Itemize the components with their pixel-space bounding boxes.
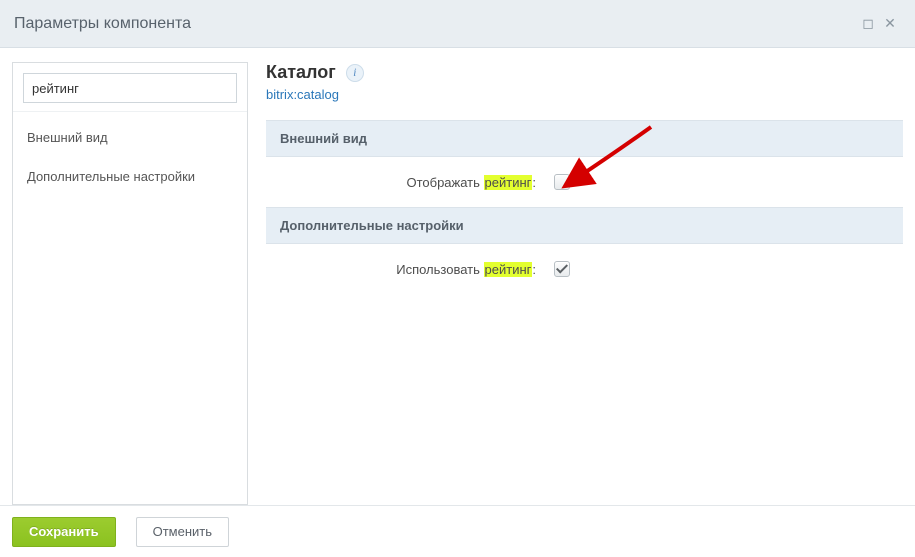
param-label-prefix: Отображать (406, 175, 483, 190)
search-wrap (13, 63, 247, 112)
save-button[interactable]: Сохранить (12, 517, 116, 547)
param-row-show-rating: Отображать рейтинг: (266, 157, 903, 207)
sidebar-item-label: Дополнительные настройки (27, 169, 195, 184)
sidebar-nav: Внешний вид Дополнительные настройки (13, 112, 247, 196)
main-panel: Каталог i bitrix:catalog Внешний вид Ото… (266, 62, 903, 505)
window-title: Параметры компонента (14, 15, 191, 33)
param-label-prefix: Использовать (396, 262, 483, 277)
checkbox-show-rating[interactable] (554, 174, 570, 190)
sidebar: Внешний вид Дополнительные настройки (12, 62, 248, 505)
param-label-use-rating: Использовать рейтинг: (280, 262, 536, 277)
component-title: Каталог (266, 62, 336, 83)
param-label-show-rating: Отображать рейтинг: (280, 175, 536, 190)
component-params-window: Параметры компонента ◻ ✕ Внешний вид Доп… (0, 0, 915, 557)
highlight-text: рейтинг (484, 262, 533, 277)
dialog-body: Внешний вид Дополнительные настройки Кат… (0, 48, 915, 505)
param-label-suffix: : (532, 262, 536, 277)
param-label-suffix: : (532, 175, 536, 190)
section-header-additional: Дополнительные настройки (266, 207, 903, 244)
close-icon[interactable]: ✕ (879, 13, 901, 35)
info-icon[interactable]: i (346, 64, 364, 82)
param-row-use-rating: Использовать рейтинг: (266, 244, 903, 294)
sidebar-item-appearance[interactable]: Внешний вид (13, 118, 247, 157)
titlebar: Параметры компонента ◻ ✕ (0, 0, 915, 48)
search-input[interactable] (23, 73, 237, 103)
dialog-footer: Сохранить Отменить (0, 505, 915, 557)
section-header-appearance: Внешний вид (266, 120, 903, 157)
maximize-icon[interactable]: ◻ (857, 13, 879, 35)
highlight-text: рейтинг (484, 175, 533, 190)
component-code: bitrix:catalog (266, 87, 903, 102)
cancel-button[interactable]: Отменить (136, 517, 229, 547)
main-header: Каталог i (266, 62, 903, 83)
sidebar-item-additional[interactable]: Дополнительные настройки (13, 157, 247, 196)
checkbox-use-rating[interactable] (554, 261, 570, 277)
sidebar-item-label: Внешний вид (27, 130, 108, 145)
